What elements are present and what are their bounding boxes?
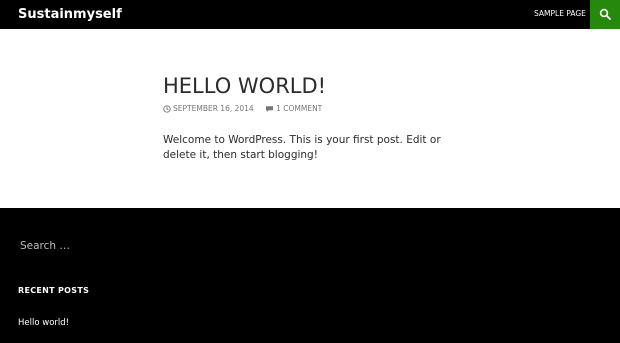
post-title[interactable]: HELLO WORLD! — [163, 73, 326, 99]
site-header: Sustainmyself Sample Page — [0, 0, 620, 29]
nav-item-sample-page[interactable]: Sample Page — [534, 9, 586, 19]
search-toggle-button[interactable] — [590, 0, 620, 29]
post-comments-count: 1 Comment — [276, 104, 323, 113]
post-body: Welcome to WordPress. This is your first… — [163, 134, 441, 161]
post-date: September 16, 2014 — [173, 104, 254, 113]
search-icon — [599, 8, 611, 20]
comment-bubble-icon — [266, 106, 274, 112]
post-comments-link[interactable]: 1 Comment — [265, 104, 322, 114]
main-content: HELLO WORLD! September 16, 2014 1 Commen… — [0, 29, 620, 208]
clock-icon — [163, 105, 171, 113]
site-title-link[interactable]: Sustainmyself — [18, 6, 122, 23]
search-input[interactable] — [12, 235, 272, 257]
post-meta: September 16, 2014 1 Comment — [163, 104, 322, 116]
recent-posts-title: Recent Posts — [18, 286, 90, 295]
site-footer: Recent Posts Hello world! — [0, 208, 620, 343]
recent-post-link[interactable]: Hello world! — [18, 318, 69, 329]
post-date-link[interactable]: September 16, 2014 — [163, 104, 254, 114]
